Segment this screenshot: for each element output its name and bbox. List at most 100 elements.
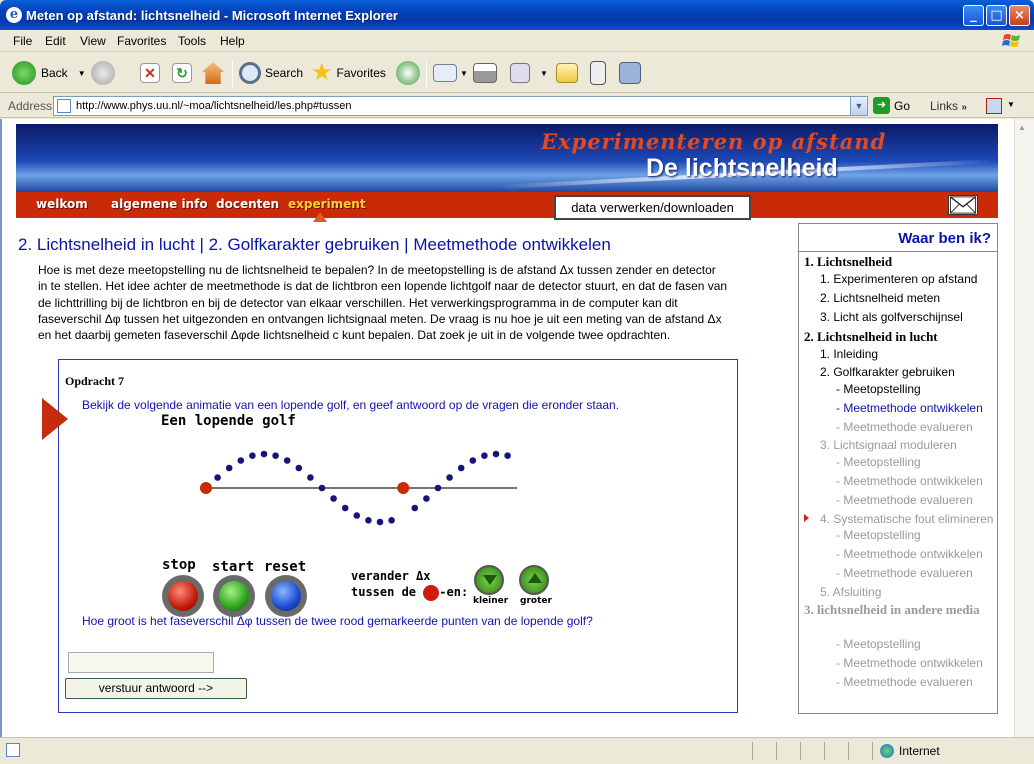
sidebar-item[interactable]: 1. Inleiding — [820, 347, 878, 361]
sidebar-item: 3. Lichtsignaal moduleren — [820, 438, 957, 452]
nav-welkom[interactable]: welkom — [36, 197, 88, 211]
wave-point — [283, 457, 291, 464]
sidebar-item: - Meetopstelling — [836, 637, 921, 651]
forward-arrow-icon — [91, 61, 115, 85]
translate-icon[interactable] — [986, 98, 1002, 114]
sidebar-item: - Meetmethode evalueren — [836, 493, 973, 507]
refresh-button[interactable]: ↻ — [172, 59, 192, 87]
phase-question: Hoe groot is het faseverschil Δφ tussen … — [82, 614, 593, 628]
larger-label: groter — [520, 596, 552, 606]
minimize-button[interactable]: _ — [963, 5, 984, 26]
sidebar-item[interactable]: - Meetopstelling — [836, 382, 921, 396]
toolbar: Back ▼ ✕ ↻ Search ★ Favorites ▼ ▼ — [0, 53, 1034, 93]
wave-point — [365, 517, 372, 524]
sidebar-item[interactable]: - Meetmethode ontwikkelen — [836, 401, 983, 415]
vertical-scrollbar[interactable]: ▲ — [1014, 119, 1034, 737]
wave-point — [504, 452, 511, 459]
back-button[interactable]: Back ▼ — [12, 59, 86, 87]
close-button[interactable]: × — [1009, 5, 1030, 26]
intro-text: Hoe is met deze meetopstelling nu de lic… — [38, 263, 728, 343]
sidebar-item[interactable]: 2. Golfkarakter gebruiken — [820, 365, 955, 379]
nav-experiment[interactable]: experiment — [288, 197, 366, 211]
submit-answer-button[interactable]: verstuur antwoord --> — [65, 678, 247, 699]
links-toolbar[interactable]: Links » — [930, 99, 967, 113]
maximize-button[interactable]: □ — [986, 5, 1007, 26]
start-button[interactable] — [213, 575, 255, 617]
sidebar-item: 5. Afsluiting — [820, 585, 882, 599]
wave-point — [388, 517, 395, 524]
go-button[interactable]: ➜ Go — [873, 97, 910, 114]
page-status-icon — [6, 743, 20, 757]
wave-point — [318, 484, 326, 492]
address-label: Address — [8, 99, 53, 113]
nav-docenten[interactable]: docenten — [216, 197, 279, 211]
change-distance-text: verander Δx tussen de -en: — [351, 569, 469, 601]
sidebar-item[interactable]: 1. Experimenteren op afstand — [820, 272, 977, 286]
globe-icon — [880, 744, 894, 758]
sidebar-item: - Meetmethode evalueren — [836, 675, 973, 689]
menu-help[interactable]: Help — [220, 34, 245, 48]
marked-wave-point — [200, 482, 212, 494]
research-button[interactable] — [619, 59, 641, 87]
translate-dropdown[interactable]: ▼ — [1007, 100, 1015, 109]
mail-icon — [433, 64, 457, 82]
wave-point — [330, 495, 337, 502]
home-button[interactable] — [202, 59, 224, 87]
answer-input[interactable] — [68, 652, 214, 673]
wave-point — [469, 457, 477, 464]
mail-button[interactable]: ▼ — [433, 59, 468, 87]
sidebar-item[interactable]: 2. Lichtsnelheid meten — [820, 291, 940, 305]
larger-button[interactable] — [519, 565, 549, 595]
edit-button[interactable]: ▼ — [510, 59, 548, 87]
stop-page-button[interactable]: ✕ — [140, 59, 160, 87]
sidebar-item[interactable]: 1. Lichtsnelheid — [804, 254, 892, 270]
wave-point — [295, 464, 303, 472]
messenger-button[interactable] — [590, 59, 606, 87]
wave-point — [272, 452, 279, 459]
stop-button[interactable] — [162, 575, 204, 617]
title-bar: e Meten op afstand: lichtsnelheid - Micr… — [0, 0, 1034, 30]
page-heading: 2. Lichtsnelheid in lucht | 2. Golfkarak… — [18, 235, 611, 254]
sidebar-item: - Meetopstelling — [836, 455, 921, 469]
discuss-button[interactable] — [556, 59, 578, 87]
address-dropdown[interactable]: ▼ — [850, 97, 867, 115]
sidebar-item[interactable]: 2. Lichtsnelheid in lucht — [804, 329, 938, 345]
wave-animation — [200, 450, 517, 526]
menu-edit[interactable]: Edit — [45, 34, 66, 48]
print-button[interactable] — [473, 59, 497, 87]
address-input[interactable]: http://www.phys.uu.nl/~moa/lichtsnelheid… — [53, 96, 868, 116]
research-icon — [619, 62, 641, 84]
mail-envelope-icon[interactable] — [948, 195, 978, 215]
sidebar-item: - Meetmethode ontwikkelen — [836, 474, 983, 488]
marked-wave-point — [397, 482, 410, 494]
favorites-button[interactable]: ★ Favorites — [311, 59, 386, 87]
ie-logo-icon: e — [6, 7, 22, 23]
search-button[interactable]: Search — [239, 59, 303, 87]
forward-button[interactable] — [91, 59, 115, 87]
reset-button[interactable] — [265, 575, 307, 617]
sidebar-item: - Meetmethode evalueren — [836, 566, 973, 580]
smaller-button[interactable] — [474, 565, 504, 595]
wave-point — [353, 512, 361, 519]
stop-label: stop — [162, 557, 196, 573]
wave-point — [446, 474, 453, 481]
sidebar-item[interactable]: 3. Licht als golfverschijnsel — [820, 310, 963, 324]
zone-indicator: Internet — [880, 744, 940, 758]
nav-algemene-info[interactable]: algemene info — [111, 197, 208, 211]
current-page-marker — [804, 514, 809, 522]
assignment-title: Opdracht 7 — [65, 374, 125, 388]
wave-point — [225, 464, 233, 472]
wave-point — [434, 484, 442, 492]
smaller-label: kleiner — [473, 596, 509, 606]
sidebar-item: - Meetmethode ontwikkelen — [836, 656, 983, 670]
history-button[interactable] — [396, 59, 420, 87]
printer-icon — [473, 63, 497, 83]
menu-favorites[interactable]: Favorites — [117, 34, 166, 48]
windows-logo-icon — [1002, 34, 1020, 47]
data-download-button[interactable]: data verwerken/downloaden — [554, 195, 751, 220]
menu-tools[interactable]: Tools — [178, 34, 206, 48]
refresh-icon: ↻ — [172, 63, 192, 83]
search-icon — [239, 62, 261, 84]
menu-view[interactable]: View — [80, 34, 106, 48]
menu-file[interactable]: File — [13, 34, 32, 48]
